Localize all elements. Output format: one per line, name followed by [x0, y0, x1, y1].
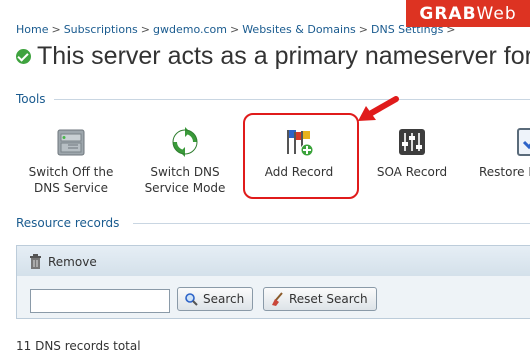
reset-search-button[interactable]: Reset Search: [263, 287, 377, 311]
resource-records-divider: [133, 223, 530, 224]
records-total: 11 DNS records total: [16, 339, 141, 353]
remove-button[interactable]: Remove: [29, 254, 97, 269]
refresh-icon: [169, 126, 201, 158]
server-icon: [55, 126, 87, 158]
breadcrumb-websites-domains[interactable]: Websites & Domains: [242, 23, 356, 36]
pointer-arrow-icon: [358, 96, 399, 121]
watermark-grab: GRAB: [419, 3, 477, 24]
breadcrumb-separator: >: [358, 23, 368, 36]
tool-label: Switch DNS: [150, 165, 220, 179]
trash-icon: [30, 254, 41, 269]
breadcrumb-separator: >: [51, 23, 61, 36]
breadcrumb: Home > Subscriptions > gwdemo.com > Websites &…: [16, 23, 459, 36]
page-title-row: This server acts as a primary nameserver…: [16, 42, 530, 71]
restore-icon: [516, 126, 530, 158]
page-title: This server acts as a primary nameserver…: [37, 42, 530, 70]
watermark-web: Web: [476, 3, 517, 24]
tool-label: Service Mode: [144, 181, 226, 195]
search-button[interactable]: Search: [177, 287, 254, 311]
tool-label: SOA Record: [376, 165, 448, 179]
search-label: Search: [203, 292, 245, 306]
breadcrumb-home[interactable]: Home: [16, 23, 48, 36]
breadcrumb-separator: >: [229, 23, 240, 36]
tool-restore-defaults[interactable]: Restore D: [470, 120, 530, 180]
tool-switch-dns-mode[interactable]: Switch DNS Service Mode: [130, 120, 240, 196]
tools-heading: Tools: [16, 92, 46, 106]
tool-label: Switch Off the: [28, 165, 114, 179]
search-bar: Search Reset Search: [16, 276, 530, 319]
tools-divider: [54, 99, 530, 100]
breadcrumb-subscriptions[interactable]: Subscriptions: [64, 23, 138, 36]
search-icon: [185, 293, 198, 306]
remove-label: Remove: [48, 254, 97, 269]
search-input[interactable]: [30, 289, 170, 313]
tool-label: DNS Service: [34, 181, 108, 195]
resource-records-heading: Resource records: [16, 216, 120, 230]
breadcrumb-separator: >: [140, 23, 150, 36]
tool-switch-off-dns[interactable]: Switch Off the DNS Service: [16, 120, 126, 196]
records-toolbar: Remove: [16, 245, 530, 277]
tool-label: Restore D: [479, 165, 530, 179]
success-check-icon: [16, 49, 31, 64]
sliders-icon: [396, 126, 428, 158]
watermark-logo: GRAB Web: [406, 0, 530, 27]
add-record-highlight: [243, 113, 359, 199]
breadcrumb-domain[interactable]: gwdemo.com: [153, 23, 227, 36]
reset-search-label: Reset Search: [289, 292, 368, 306]
broom-icon: [272, 292, 283, 306]
tool-soa-record[interactable]: SOA Record: [357, 120, 467, 180]
